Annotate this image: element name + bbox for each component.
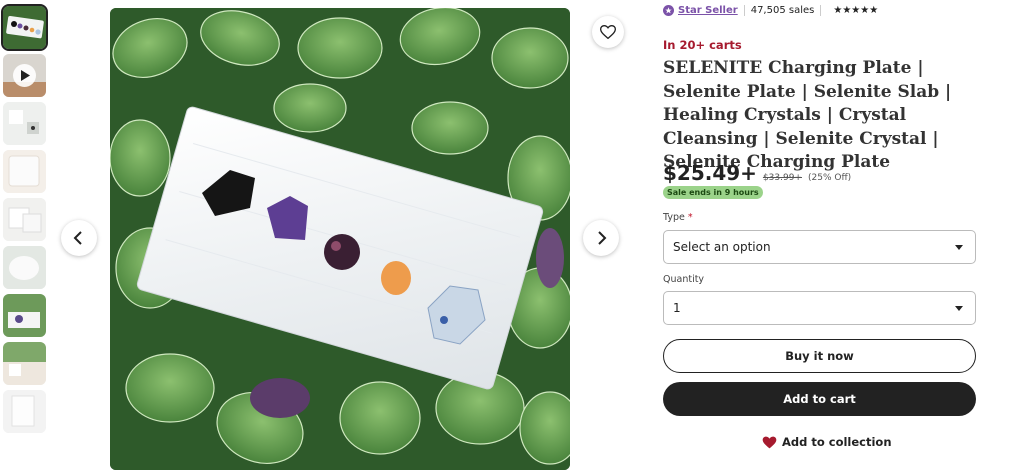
favorite-button[interactable] bbox=[592, 16, 624, 48]
price-row: $25.49+ $33.99+ (25% Off) bbox=[663, 161, 851, 185]
chevron-right-icon bbox=[598, 231, 607, 245]
required-mark: * bbox=[687, 212, 693, 223]
heart-outline-icon bbox=[600, 25, 616, 39]
caret-down-icon bbox=[955, 305, 963, 311]
quantity-select[interactable]: 1 bbox=[663, 291, 976, 325]
sales-count: 47,505 sales bbox=[750, 5, 815, 16]
thumbnail-strip bbox=[1, 4, 48, 438]
type-select-value: Select an option bbox=[673, 240, 771, 254]
thumbnail-video[interactable] bbox=[3, 54, 46, 97]
main-product-image bbox=[110, 8, 570, 470]
next-image-button[interactable] bbox=[583, 220, 619, 256]
thumbnail-3[interactable] bbox=[3, 102, 46, 145]
original-price: $33.99+ bbox=[762, 173, 802, 183]
sale-badge: Sale ends in 9 hours bbox=[663, 186, 763, 199]
play-icon bbox=[13, 64, 36, 87]
thumbnail-4[interactable] bbox=[3, 150, 46, 193]
add-to-cart-button[interactable]: Add to cart bbox=[663, 382, 976, 416]
star-seller-link[interactable]: Star Seller bbox=[678, 5, 738, 16]
current-price: $25.49+ bbox=[663, 161, 757, 185]
thumbnail-1[interactable] bbox=[1, 4, 48, 51]
thumbnail-5[interactable] bbox=[3, 198, 46, 241]
carts-notice: In 20+ carts bbox=[663, 38, 742, 52]
discount-percent: (25% Off) bbox=[807, 173, 852, 183]
thumbnail-6[interactable] bbox=[3, 246, 46, 289]
star-seller-icon bbox=[663, 5, 674, 16]
thumbnail-9[interactable] bbox=[3, 390, 46, 433]
divider bbox=[743, 5, 745, 16]
quantity-label: Quantity bbox=[663, 274, 705, 285]
seller-info: Star Seller 47,505 sales ★★★★★ bbox=[663, 5, 878, 16]
product-title: SELENITE Charging Plate | Selenite Plate… bbox=[663, 58, 952, 172]
add-to-collection-label: Add to collection bbox=[782, 435, 892, 449]
thumbnail-8[interactable] bbox=[3, 342, 46, 385]
type-label-text: Type bbox=[663, 212, 685, 223]
type-select[interactable]: Select an option bbox=[663, 230, 976, 264]
thumbnail-7[interactable] bbox=[3, 294, 46, 337]
prev-image-button[interactable] bbox=[61, 220, 97, 256]
chevron-left-icon bbox=[73, 231, 82, 245]
heart-filled-icon bbox=[762, 436, 777, 448]
add-to-collection-button[interactable]: Add to collection bbox=[762, 435, 892, 449]
type-label: Type * bbox=[663, 212, 693, 223]
quantity-select-value: 1 bbox=[673, 301, 681, 315]
divider bbox=[820, 5, 822, 16]
rating-stars[interactable]: ★★★★★ bbox=[833, 5, 878, 16]
listing-page: Star Seller 47,505 sales ★★★★★ In 20+ ca… bbox=[0, 0, 1024, 474]
caret-down-icon bbox=[955, 244, 963, 250]
buy-now-button[interactable]: Buy it now bbox=[663, 339, 976, 373]
